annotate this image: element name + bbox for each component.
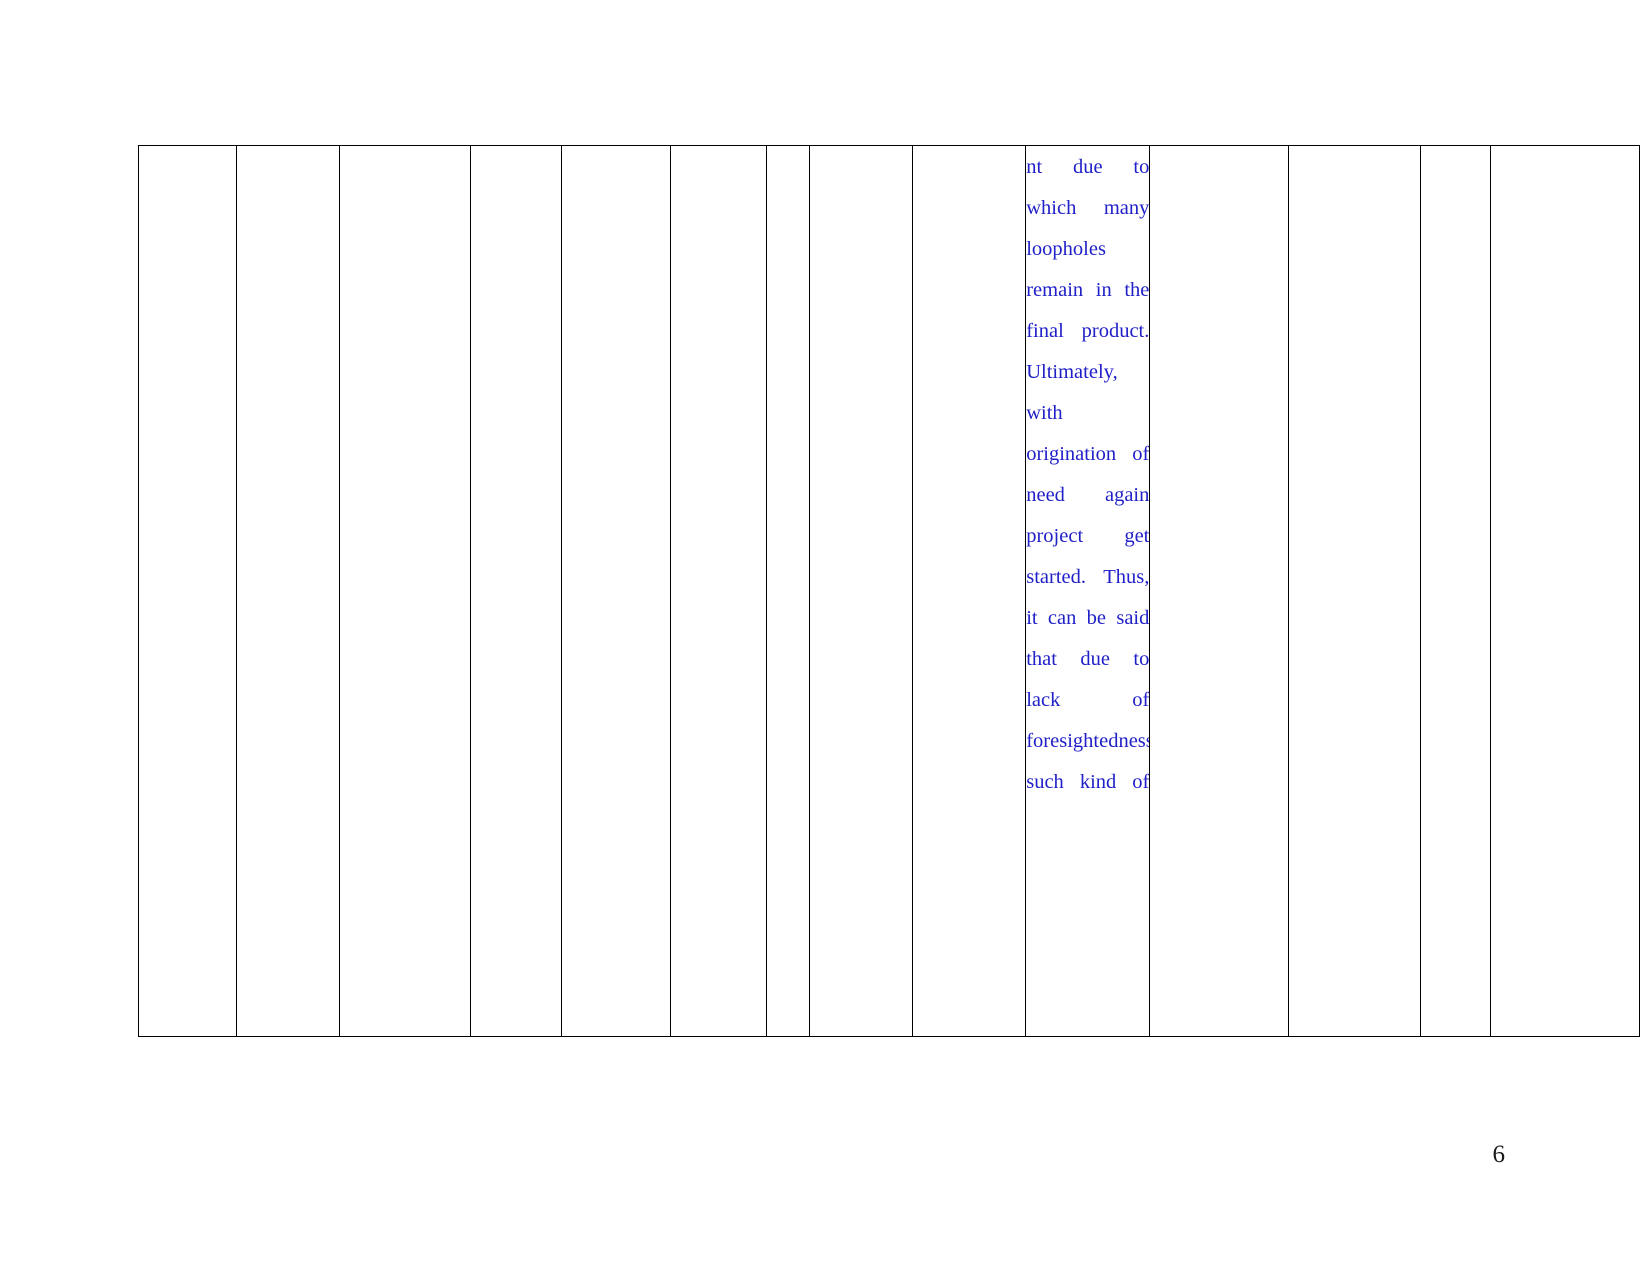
table-cell-11 xyxy=(1149,145,1289,1037)
table-cell-8 xyxy=(809,145,914,1037)
table-cell-4 xyxy=(470,145,562,1037)
table-row: nt due to which many loopholes remain in… xyxy=(138,145,1641,1037)
cell-paragraph: nt due to which many loopholes remain in… xyxy=(1026,156,1150,793)
table-cell-3 xyxy=(338,145,472,1037)
document-page: nt due to which many loopholes remain in… xyxy=(0,0,1651,1275)
table-cell-13 xyxy=(1419,145,1491,1037)
table-cell-1 xyxy=(138,145,237,1037)
page-number: 6 xyxy=(1492,1141,1506,1168)
table-cell-5 xyxy=(560,145,671,1037)
table-cell-7 xyxy=(765,145,811,1037)
table-cell-14 xyxy=(1489,145,1641,1037)
table-cell-2 xyxy=(235,145,340,1037)
table-cell-12 xyxy=(1287,145,1421,1037)
table-cell-9 xyxy=(912,145,1027,1037)
table-cell-6 xyxy=(669,145,767,1037)
table-cell-10-text: nt due to which many loopholes remain in… xyxy=(1025,145,1151,1037)
continued-table: nt due to which many loopholes remain in… xyxy=(138,145,1641,1037)
